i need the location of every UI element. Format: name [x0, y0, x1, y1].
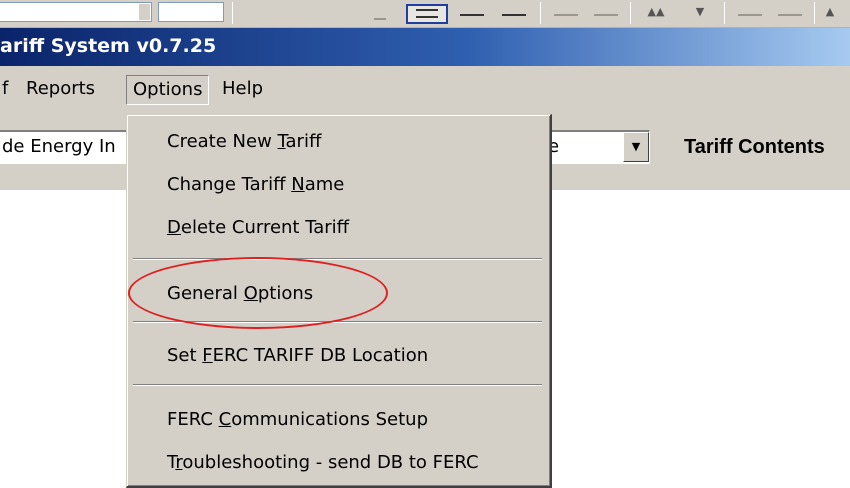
menu-item-delete-current-tariff[interactable]: Delete Current Tariff [167, 213, 349, 243]
font-size-combo[interactable] [158, 2, 224, 22]
menu-separator [133, 258, 542, 260]
font-name-combo[interactable] [0, 2, 152, 22]
chevron-down-icon[interactable]: ▼ [623, 132, 649, 162]
align-center-button[interactable] [452, 4, 492, 24]
toolbar-separator [540, 2, 541, 24]
menu-bar: f Reports Options Help [0, 66, 850, 116]
menu-help[interactable]: Help [218, 75, 267, 105]
align-right-button[interactable] [494, 4, 534, 24]
list-button[interactable] [730, 4, 770, 24]
font-name-combo-arrow[interactable] [138, 4, 150, 20]
menu-item-set-ferc-tariff-db-location[interactable]: Set FERC TARIFF DB Location [167, 341, 428, 371]
toolbar-more-button[interactable]: ▲ [818, 4, 842, 24]
up-arrow-icon: ▲ [825, 5, 835, 18]
tariff-select-value: de Energy In [2, 136, 116, 157]
window-title: ariff System v0.7.25 [0, 35, 217, 57]
toolbar-separator [630, 2, 631, 24]
menu-tariff[interactable]: f [2, 75, 8, 105]
menu-item-change-tariff-name[interactable]: Change Tariff Name [167, 170, 344, 200]
font-shrink-icon: ▼ [695, 5, 705, 18]
font-shrink-button[interactable]: ▼ [680, 4, 720, 24]
outdent-button[interactable] [546, 4, 586, 24]
menu-item-troubleshooting-send-db[interactable]: Troubleshooting - send DB to FERC [167, 448, 479, 478]
numbered-list-button[interactable] [770, 4, 810, 24]
font-grow-icon: ▲▲ [647, 5, 665, 18]
toolbar-separator [232, 2, 233, 24]
toolbar-separator [724, 2, 725, 24]
toolbar-separator [814, 2, 815, 24]
indent-button[interactable] [586, 4, 626, 24]
menu-options[interactable]: Options [126, 75, 210, 105]
tariff-contents-label: Tariff Contents [684, 136, 825, 158]
menu-item-create-new-tariff[interactable]: Create New Tariff [167, 127, 321, 157]
align-left-button[interactable] [406, 4, 448, 24]
highlight-ellipse-annotation [128, 257, 388, 329]
menu-separator [133, 384, 542, 386]
font-grow-button[interactable]: ▲▲ [636, 4, 676, 24]
formatting-toolbar: ▲▲ ▼ ▲ [0, 0, 850, 28]
align-dropdown-button[interactable] [360, 4, 400, 24]
menu-item-ferc-communications-setup[interactable]: FERC Communications Setup [167, 405, 428, 435]
window-title-bar[interactable]: ariff System v0.7.25 [0, 28, 850, 66]
menu-reports[interactable]: Reports [22, 75, 99, 105]
